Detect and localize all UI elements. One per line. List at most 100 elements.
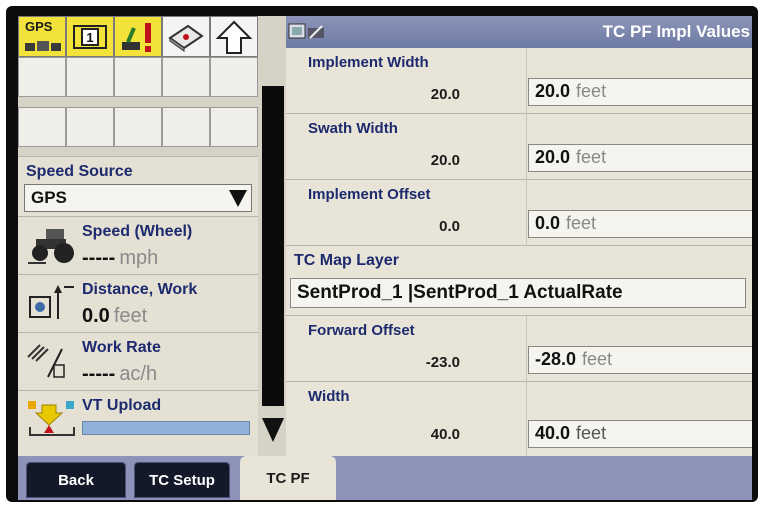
- implement-offset-row: Implement Offset 0.0 0.0 feet: [286, 180, 752, 246]
- width-value: 40.0: [535, 423, 571, 443]
- speed-number: -----: [82, 247, 116, 269]
- forward-offset-label: Forward Offset: [308, 322, 415, 339]
- swath-width-current: 20.0: [430, 152, 460, 169]
- width-current: 40.0: [430, 426, 460, 443]
- display-screen: GPS 1 Speed Source GPS Speed (Wheel) ---…: [18, 16, 752, 500]
- implement-width-field[interactable]: 20.0 feet: [528, 78, 752, 106]
- left-panel: GPS 1 Speed Source GPS Speed (Wheel) ---…: [18, 16, 258, 456]
- speed-source-dropdown[interactable]: GPS: [24, 184, 252, 212]
- implement-offset-label: Implement Offset: [308, 186, 431, 203]
- forward-offset-row: Forward Offset -23.0 -28.0 feet: [286, 316, 752, 382]
- implement-width-input: 20.0 feet: [535, 81, 606, 102]
- vt-upload-icon: [28, 401, 75, 436]
- tab-tc-setup[interactable]: TC Setup: [134, 462, 230, 498]
- tc-pf-values-panel: TC PF Impl Values Implement Width 20.0 2…: [286, 16, 752, 456]
- gps-status-button[interactable]: GPS: [18, 16, 66, 57]
- work-rate-title: Work Rate: [82, 339, 161, 356]
- swath-width-row: Swath Width 20.0 20.0 feet: [286, 114, 752, 180]
- swath-width-field[interactable]: 20.0 feet: [528, 144, 752, 172]
- implement-offset-unit: feet: [566, 213, 597, 233]
- swath-width-label: Swath Width: [308, 120, 398, 137]
- work-rate-unit: ac/h: [119, 363, 158, 385]
- shortcut-slot[interactable]: [18, 107, 66, 147]
- shortcut-slot[interactable]: [162, 57, 210, 97]
- home-button[interactable]: [210, 16, 258, 57]
- speed-readout: Speed (Wheel) ----- mph: [18, 216, 258, 274]
- field-book-icon: [168, 24, 204, 52]
- speed-source-panel: Speed Source GPS: [18, 156, 258, 216]
- vt-upload-readout: VT Upload: [18, 390, 258, 456]
- tab-bar: Back TC Setup TC PF: [18, 456, 752, 500]
- tab-tc-pf[interactable]: TC PF: [240, 456, 336, 500]
- tc-map-layer-selector[interactable]: SentProd_1 |SentProd_1 ActualRate: [290, 278, 746, 308]
- warning-alert-icon: [122, 22, 151, 52]
- shortcut-slot[interactable]: [66, 57, 114, 97]
- speed-source-value: GPS: [31, 188, 67, 207]
- speed-value: ----- mph: [82, 247, 158, 270]
- tc-pf-header-icon: [288, 23, 324, 39]
- panel-title: TC PF Impl Values: [602, 22, 750, 41]
- work-rate-number: -----: [82, 363, 116, 385]
- scrollbar[interactable]: [258, 16, 286, 456]
- back-button[interactable]: Back: [26, 462, 126, 498]
- width-row: Width 40.0 40.0 feet: [286, 382, 752, 456]
- shortcut-slot[interactable]: [114, 107, 162, 147]
- vt-upload-progress-bar: [82, 421, 250, 435]
- distance-value: 0.0 feet: [82, 305, 147, 328]
- scroll-track[interactable]: [262, 86, 284, 406]
- shortcut-row-1: [18, 57, 258, 97]
- tractor-icon: [28, 229, 74, 264]
- forward-offset-input: -28.0 feet: [535, 349, 612, 370]
- status-icon-row: GPS 1: [18, 16, 258, 57]
- home-arrow-icon: [215, 20, 253, 54]
- implement-width-current: 20.0: [430, 86, 460, 103]
- implement-number-icon: 1: [73, 24, 107, 49]
- distance-title: Distance, Work: [82, 281, 198, 298]
- shortcut-slot[interactable]: [210, 107, 258, 147]
- implement-offset-value: 0.0: [535, 213, 561, 233]
- forward-offset-value: -28.0: [535, 349, 577, 369]
- speed-title: Speed (Wheel): [82, 223, 193, 240]
- implement-width-label: Implement Width: [308, 54, 429, 71]
- tc-map-layer-label: TC Map Layer: [294, 252, 399, 269]
- gps-receiver-icon: [25, 41, 61, 51]
- work-rate-value: ----- ac/h: [82, 363, 157, 386]
- forward-offset-field[interactable]: -28.0 feet: [528, 346, 752, 374]
- swath-width-input: 20.0 feet: [535, 147, 606, 168]
- width-unit: feet: [576, 423, 607, 443]
- implement-status-button[interactable]: 1: [66, 16, 114, 57]
- implement-number: 1: [86, 30, 93, 45]
- swath-width-unit: feet: [576, 147, 607, 167]
- row-divider: [526, 48, 527, 114]
- speed-source-label: Speed Source: [26, 163, 133, 180]
- implement-offset-field[interactable]: 0.0 feet: [528, 210, 752, 238]
- alert-status-button[interactable]: [114, 16, 162, 57]
- shortcut-row-2: [18, 107, 258, 147]
- distance-readout: Distance, Work 0.0 feet: [18, 274, 258, 332]
- shortcut-slot[interactable]: [210, 57, 258, 97]
- scroll-down-icon[interactable]: [260, 414, 286, 444]
- distance-number: 0.0: [82, 305, 110, 327]
- speed-unit: mph: [119, 247, 159, 269]
- panel-title-bar: TC PF Impl Values: [286, 16, 752, 48]
- implement-width-unit: feet: [576, 81, 607, 101]
- width-label: Width: [308, 388, 350, 405]
- row-divider: [526, 114, 527, 180]
- dropdown-arrow-icon: [229, 190, 247, 207]
- work-rate-readout: Work Rate ----- ac/h: [18, 332, 258, 390]
- row-divider: [526, 180, 527, 246]
- tc-map-layer-section: TC Map Layer SentProd_1 |SentProd_1 Actu…: [286, 246, 752, 316]
- tc-map-layer-value: SentProd_1 |SentProd_1 ActualRate: [297, 282, 623, 303]
- implement-width-row: Implement Width 20.0 20.0 feet: [286, 48, 752, 114]
- shortcut-slot[interactable]: [18, 57, 66, 97]
- forward-offset-current: -23.0: [425, 354, 460, 371]
- work-rate-icon: [27, 344, 65, 378]
- shortcut-slot[interactable]: [114, 57, 162, 97]
- shortcut-slot[interactable]: [66, 107, 114, 147]
- swath-width-value: 20.0: [535, 147, 571, 167]
- field-book-button[interactable]: [162, 16, 210, 57]
- shortcut-slot[interactable]: [162, 107, 210, 147]
- width-field[interactable]: 40.0 feet: [528, 420, 752, 448]
- forward-offset-unit: feet: [582, 349, 613, 369]
- row-divider: [526, 316, 527, 382]
